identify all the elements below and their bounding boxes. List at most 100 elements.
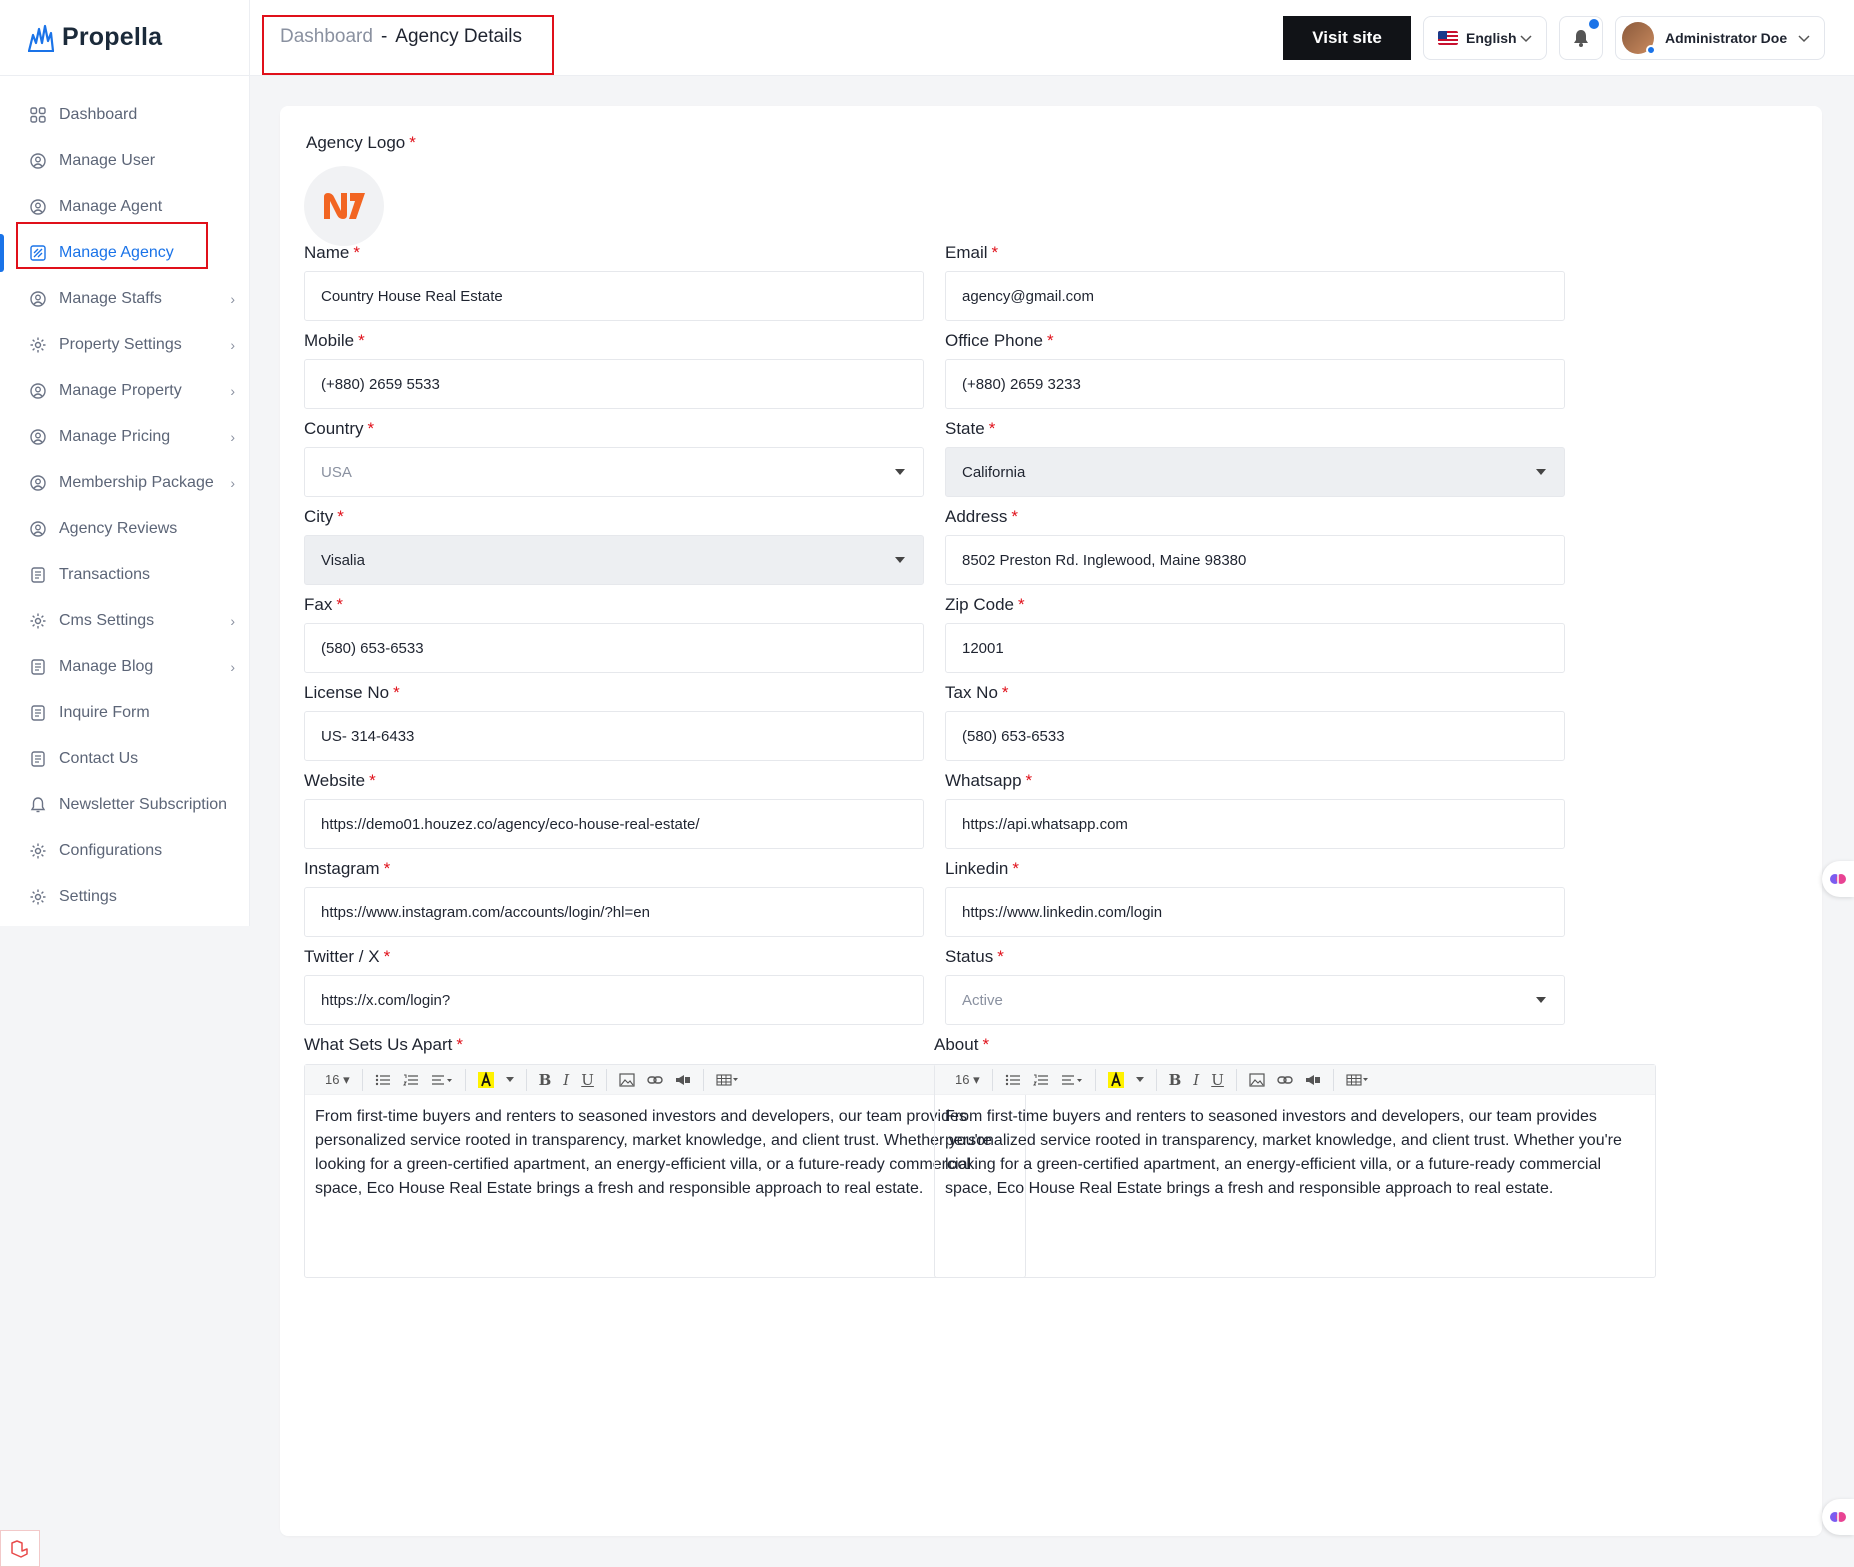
zip-value: 12001 <box>962 639 1004 657</box>
sidebar-item-label: Transactions <box>59 566 150 583</box>
italic-icon[interactable]: I <box>1187 1068 1205 1092</box>
sidebar-item-settings[interactable]: Settings <box>0 874 249 920</box>
sidebar-item-contact-us[interactable]: Contact Us <box>0 736 249 782</box>
user-circle-icon <box>28 151 48 171</box>
notification-button[interactable] <box>1559 16 1603 60</box>
sidebar-item-manage-agency[interactable]: Manage Agency <box>0 230 249 276</box>
twitter-input[interactable]: https://x.com/login? <box>304 975 924 1025</box>
user-menu[interactable]: Administrator Doe <box>1615 16 1825 60</box>
membership-icon <box>28 473 48 493</box>
numbered-list-icon[interactable] <box>397 1068 425 1092</box>
video-icon[interactable] <box>669 1068 697 1092</box>
font-size-dropdown[interactable]: 16 ▾ <box>319 1068 356 1092</box>
assistant-launcher-bottom[interactable] <box>1822 1499 1854 1535</box>
underline-icon[interactable]: U <box>575 1068 600 1092</box>
bell-icon <box>1574 30 1588 47</box>
agency-logo[interactable] <box>304 166 384 246</box>
sidebar-item-label: Manage Property <box>59 382 182 399</box>
mobile-input[interactable]: (+880) 2659 5533 <box>304 359 924 409</box>
sidebar-item-newsletter-subscription[interactable]: Newsletter Subscription <box>0 782 249 828</box>
license-input[interactable]: US- 314-6433 <box>304 711 924 761</box>
italic-icon[interactable]: I <box>557 1068 575 1092</box>
sidebar-item-manage-blog[interactable]: Manage Blog › <box>0 644 249 690</box>
office-phone-input[interactable]: (+880) 2659 3233 <box>945 359 1565 409</box>
apart-editor[interactable]: 16 ▾ B I U From first-time buyers and renter… <box>304 1064 1026 1278</box>
debug-badge[interactable] <box>0 1530 40 1567</box>
underline-icon[interactable]: U <box>1205 1068 1230 1092</box>
color-dropdown-icon[interactable] <box>1130 1068 1150 1092</box>
linkedin-label: Linkedin * <box>945 859 1019 878</box>
city-select[interactable]: Visalia <box>304 535 924 585</box>
country-label: Country * <box>304 419 375 438</box>
email-input[interactable]: agency@gmail.com <box>945 271 1565 321</box>
link-icon[interactable] <box>1271 1068 1299 1092</box>
font-size-dropdown[interactable]: 16 ▾ <box>949 1068 986 1092</box>
tax-input[interactable]: (580) 653-6533 <box>945 711 1565 761</box>
zip-input[interactable]: 12001 <box>945 623 1565 673</box>
country-select[interactable]: USA <box>304 447 924 497</box>
chevron-right-icon: › <box>230 475 235 491</box>
tax-label: Tax No * <box>945 683 1009 702</box>
text-color-icon[interactable] <box>1102 1068 1130 1092</box>
video-icon[interactable] <box>1299 1068 1327 1092</box>
name-value: Country House Real Estate <box>321 287 503 305</box>
status-select[interactable]: Active <box>945 975 1565 1025</box>
state-select[interactable]: California <box>945 447 1565 497</box>
link-icon[interactable] <box>641 1068 669 1092</box>
sidebar-item-dashboard[interactable]: Dashboard <box>0 92 249 138</box>
address-input[interactable]: 8502 Preston Rd. Inglewood, Maine 98380 <box>945 535 1565 585</box>
form-icon <box>28 703 48 723</box>
image-icon[interactable] <box>613 1068 641 1092</box>
bullet-list-icon[interactable] <box>369 1068 397 1092</box>
sidebar-item-membership-package[interactable]: Membership Package › <box>0 460 249 506</box>
about-editor-content[interactable]: From first-time buyers and renters to se… <box>935 1095 1655 1211</box>
whatsapp-input[interactable]: https://api.whatsapp.com <box>945 799 1565 849</box>
sidebar-item-inquire-form[interactable]: Inquire Form <box>0 690 249 736</box>
breadcrumb-separator: - <box>380 26 388 47</box>
sidebar-item-manage-pricing[interactable]: Manage Pricing › <box>0 414 249 460</box>
sidebar-item-transactions[interactable]: Transactions <box>0 552 249 598</box>
sidebar-item-manage-property[interactable]: Manage Property › <box>0 368 249 414</box>
brand-name: Propella <box>62 23 163 51</box>
sidebar-item-manage-user[interactable]: Manage User <box>0 138 249 184</box>
sidebar-item-configurations[interactable]: Configurations <box>0 828 249 874</box>
fax-input[interactable]: (580) 653-6533 <box>304 623 924 673</box>
assistant-launcher[interactable] <box>1822 861 1854 897</box>
instagram-input[interactable]: https://www.instagram.com/accounts/login… <box>304 887 924 937</box>
text-color-icon[interactable] <box>472 1068 500 1092</box>
status-label: Status * <box>945 947 1004 966</box>
bold-icon[interactable]: B <box>1163 1068 1188 1092</box>
sidebar-item-manage-agent[interactable]: Manage Agent <box>0 184 249 230</box>
visit-site-button[interactable]: Visit site <box>1283 16 1411 60</box>
table-icon[interactable] <box>710 1068 746 1092</box>
breadcrumb-parent[interactable]: Dashboard <box>280 26 373 47</box>
brand[interactable]: Propella <box>0 0 249 76</box>
receipt-icon <box>28 565 48 585</box>
website-input[interactable]: https://demo01.houzez.co/agency/eco-hous… <box>304 799 924 849</box>
sidebar-item-manage-staffs[interactable]: Manage Staffs › <box>0 276 249 322</box>
table-icon[interactable] <box>1340 1068 1376 1092</box>
align-dropdown-icon[interactable] <box>1055 1068 1089 1092</box>
sidebar-item-agency-reviews[interactable]: Agency Reviews <box>0 506 249 552</box>
color-dropdown-icon[interactable] <box>500 1068 520 1092</box>
chevron-right-icon: › <box>230 659 235 675</box>
toolbar-divider <box>525 1068 527 1091</box>
align-dropdown-icon[interactable] <box>425 1068 459 1092</box>
apart-editor-content[interactable]: From first-time buyers and renters to se… <box>305 1095 1025 1211</box>
image-icon[interactable] <box>1243 1068 1271 1092</box>
about-editor[interactable]: 16 ▾ B I U From first-time buyers and renter… <box>934 1064 1656 1278</box>
name-input[interactable]: Country House Real Estate <box>304 271 924 321</box>
bullet-list-icon[interactable] <box>999 1068 1027 1092</box>
numbered-list-icon[interactable] <box>1027 1068 1055 1092</box>
sidebar-item-property-settings[interactable]: Property Settings › <box>0 322 249 368</box>
language-selector[interactable]: English <box>1423 16 1547 60</box>
sidebar-item-label: Manage Agency <box>59 244 174 261</box>
linkedin-input[interactable]: https://www.linkedin.com/login <box>945 887 1565 937</box>
address-value: 8502 Preston Rd. Inglewood, Maine 98380 <box>962 551 1247 569</box>
brain-icon <box>1830 873 1846 885</box>
bold-icon[interactable]: B <box>533 1068 558 1092</box>
instagram-value: https://www.instagram.com/accounts/login… <box>321 903 650 921</box>
laravel-icon <box>11 1539 28 1558</box>
sidebar-item-label: Property Settings <box>59 336 182 353</box>
sidebar-item-cms-settings[interactable]: Cms Settings › <box>0 598 249 644</box>
